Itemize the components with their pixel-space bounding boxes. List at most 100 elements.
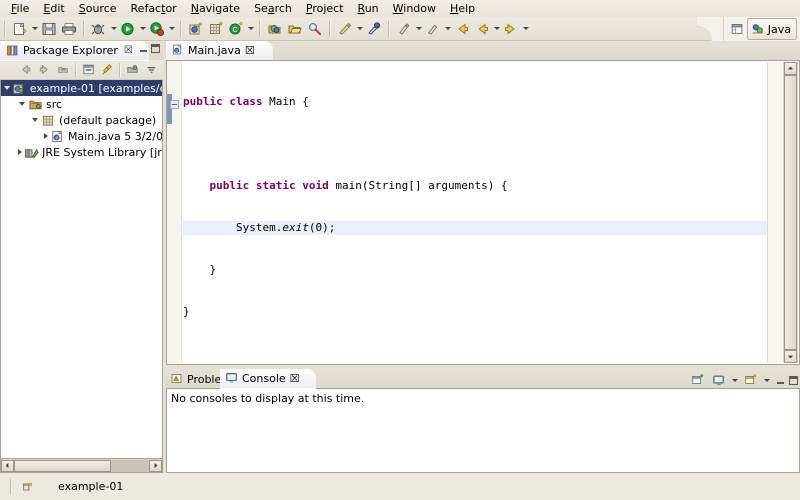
tree-item-default-package-label: (default package) bbox=[59, 113, 157, 127]
console-icon bbox=[225, 371, 238, 387]
editor-vscrollbar[interactable] bbox=[783, 62, 798, 363]
hscroll-track[interactable] bbox=[14, 459, 149, 472]
forward-nav-dropdown-arrow[interactable] bbox=[521, 19, 530, 39]
tree-item-project[interactable]: example-01 [examples/examp bbox=[1, 80, 162, 96]
maximize-icon[interactable] bbox=[789, 375, 798, 385]
menu-refactor[interactable]: Refactor bbox=[124, 1, 184, 17]
editor-body[interactable]: public class Main { public static void m… bbox=[166, 60, 800, 365]
vscroll-down-button[interactable] bbox=[784, 350, 797, 363]
collapse-all-icon[interactable] bbox=[79, 61, 98, 79]
tab-main-java[interactable]: J Main.java ☒ bbox=[166, 41, 273, 61]
tab-console-close-icon[interactable]: ☒ bbox=[290, 372, 300, 385]
minimize-icon[interactable] bbox=[776, 376, 785, 385]
next-annotation-icon[interactable] bbox=[335, 19, 355, 39]
new-console-dropdown-arrow[interactable] bbox=[762, 370, 771, 390]
forward-icon[interactable] bbox=[472, 19, 492, 39]
last-edit-location-icon[interactable] bbox=[394, 19, 414, 39]
hscroll-right-button[interactable] bbox=[149, 459, 162, 472]
view-menu-icon[interactable] bbox=[142, 61, 161, 79]
menu-source-mnemonic: S bbox=[78, 1, 86, 15]
tab-package-explorer[interactable]: Package Explorer ☒ bbox=[0, 41, 149, 61]
run-icon[interactable] bbox=[118, 19, 138, 39]
menu-project[interactable]: Project bbox=[299, 1, 351, 17]
java-file-icon: J bbox=[50, 128, 65, 144]
run-external-dropdown-arrow[interactable] bbox=[167, 19, 176, 39]
twisty-down-icon[interactable] bbox=[16, 96, 27, 112]
up-icon[interactable] bbox=[54, 61, 73, 79]
new-wizard-dropdown-arrow[interactable] bbox=[30, 19, 39, 39]
menu-window[interactable]: Window bbox=[386, 1, 443, 17]
open-console-icon[interactable] bbox=[688, 371, 707, 389]
editor-overview-ruler[interactable] bbox=[767, 62, 783, 363]
tree-item-src[interactable]: src bbox=[1, 96, 162, 112]
last-edit-dropdown-arrow[interactable] bbox=[414, 19, 423, 39]
twisty-down-icon[interactable] bbox=[3, 80, 12, 96]
new-java-project-icon[interactable] bbox=[186, 19, 206, 39]
new-wizard-icon[interactable] bbox=[10, 19, 30, 39]
fold-collapse-icon[interactable] bbox=[170, 100, 179, 109]
tree-item-main-java[interactable]: J Main.java 5 3/2/08 11:4 bbox=[1, 128, 162, 144]
run-dropdown-arrow[interactable] bbox=[138, 19, 147, 39]
hscroll-thumb[interactable] bbox=[14, 459, 112, 472]
twisty-right-icon[interactable] bbox=[16, 144, 24, 160]
menu-run-mnemonic: R bbox=[357, 1, 365, 15]
tab-main-java-close-icon[interactable]: ☒ bbox=[245, 44, 255, 57]
open-type-icon[interactable] bbox=[265, 19, 285, 39]
menu-file[interactable]: File bbox=[4, 1, 36, 17]
perspective-tab-java[interactable]: Java bbox=[746, 18, 797, 40]
menu-edit-rest: dit bbox=[50, 1, 65, 15]
package-explorer-view: Package Explorer ☒ example-01 [examples/… bbox=[0, 41, 163, 473]
save-icon[interactable] bbox=[39, 19, 59, 39]
tab-package-explorer-close-icon[interactable]: ☒ bbox=[124, 45, 133, 56]
forward-icon[interactable] bbox=[35, 61, 54, 79]
display-console-dropdown-arrow[interactable] bbox=[730, 370, 739, 390]
run-external-tools-icon[interactable] bbox=[147, 19, 167, 39]
vscroll-up-button[interactable] bbox=[784, 62, 797, 75]
debug-icon[interactable] bbox=[89, 19, 109, 39]
menu-navigate[interactable]: Navigate bbox=[184, 1, 247, 17]
goto-line-dropdown-arrow[interactable] bbox=[443, 19, 452, 39]
back-icon[interactable] bbox=[452, 19, 472, 39]
twisty-right-icon[interactable] bbox=[42, 128, 50, 144]
menu-source[interactable]: Source bbox=[72, 1, 124, 17]
maximize-icon[interactable] bbox=[151, 44, 160, 53]
previous-annotation-icon[interactable] bbox=[364, 19, 384, 39]
java-perspective-icon bbox=[752, 24, 763, 34]
tree-item-jre-library[interactable]: JRE System Library [jre--1.6.0 bbox=[1, 144, 162, 160]
package-explorer-hscrollbar[interactable] bbox=[0, 459, 163, 473]
menu-help[interactable]: Help bbox=[443, 1, 482, 17]
new-package-icon[interactable] bbox=[206, 19, 226, 39]
menu-search[interactable]: Search bbox=[247, 1, 299, 17]
menu-run[interactable]: Run bbox=[351, 1, 386, 17]
forward-dropdown-arrow[interactable] bbox=[492, 19, 501, 39]
menu-edit[interactable]: Edit bbox=[36, 1, 71, 17]
console-tabbar: Problems Console ☒ bbox=[166, 369, 800, 390]
new-class-icon[interactable]: C bbox=[226, 19, 246, 39]
new-class-dropdown-arrow[interactable] bbox=[246, 19, 255, 39]
tab-console[interactable]: Console ☒ bbox=[220, 369, 316, 389]
vscroll-thumb[interactable] bbox=[784, 75, 797, 350]
open-task-icon[interactable] bbox=[285, 19, 305, 39]
back-icon[interactable] bbox=[16, 61, 35, 79]
search-icon[interactable] bbox=[305, 19, 325, 39]
view-filter-icon[interactable] bbox=[123, 61, 142, 79]
twisty-down-icon[interactable] bbox=[29, 112, 40, 128]
print-icon[interactable] bbox=[59, 19, 79, 39]
vscroll-track[interactable] bbox=[784, 75, 797, 350]
package-explorer-tree[interactable]: example-01 [examples/examp src bbox=[0, 80, 163, 459]
tree-item-default-package[interactable]: (default package) bbox=[1, 112, 162, 128]
console-output[interactable]: No consoles to display at this time. bbox=[166, 388, 800, 473]
minimize-icon[interactable] bbox=[139, 44, 148, 53]
svg-text:C: C bbox=[232, 27, 237, 34]
hscroll-left-button[interactable] bbox=[1, 459, 14, 472]
editor-change-bar bbox=[167, 94, 172, 124]
forward-nav-icon[interactable] bbox=[501, 19, 521, 39]
link-with-editor-icon[interactable] bbox=[98, 61, 117, 79]
next-annotation-dropdown-arrow[interactable] bbox=[355, 19, 364, 39]
new-console-view-icon[interactable] bbox=[741, 371, 760, 389]
editor-code-text[interactable]: public class Main { public static void m… bbox=[183, 67, 767, 364]
open-perspective-icon[interactable] bbox=[727, 19, 747, 39]
display-selected-console-icon[interactable] bbox=[709, 371, 728, 389]
goto-line-icon[interactable] bbox=[423, 19, 443, 39]
debug-dropdown-arrow[interactable] bbox=[109, 19, 118, 39]
